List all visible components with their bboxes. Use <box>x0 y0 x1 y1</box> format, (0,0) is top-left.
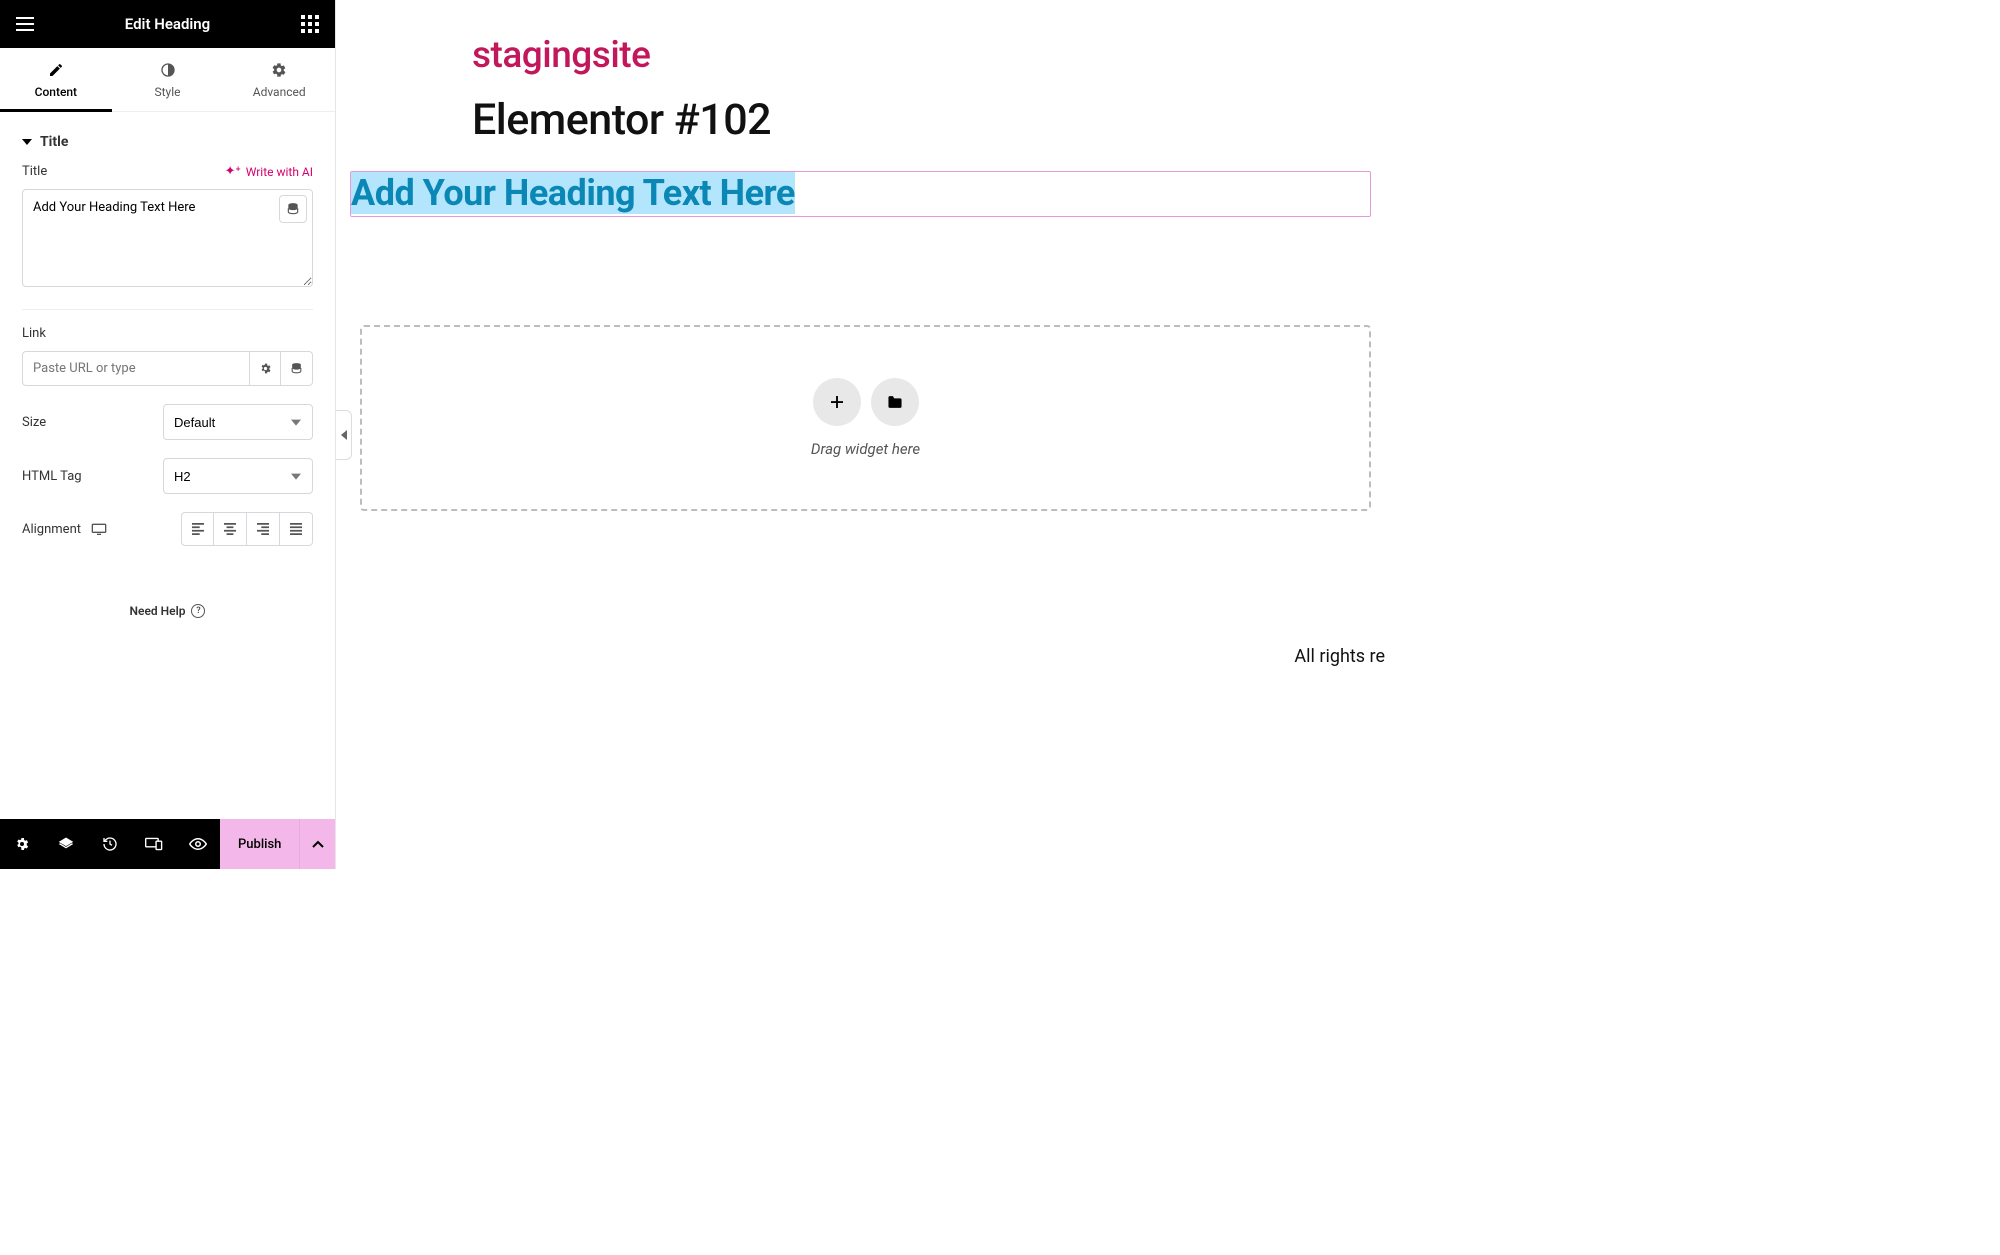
editor-panel: Edit Heading Content Style Advanced <box>0 0 336 869</box>
align-justify-button[interactable] <box>280 512 313 546</box>
tab-style[interactable]: Style <box>112 48 224 111</box>
control-size: Size Default <box>22 404 313 440</box>
htmltag-select[interactable]: H2 <box>163 458 313 494</box>
panel-title: Edit Heading <box>125 15 210 33</box>
tab-advanced[interactable]: Advanced <box>223 48 335 111</box>
align-center-icon <box>223 523 237 535</box>
layers-icon <box>57 836 75 852</box>
title-textarea[interactable] <box>22 189 313 287</box>
footer-navigator-button[interactable] <box>44 819 88 869</box>
plus-icon <box>828 393 846 411</box>
control-title: Title ✦⁺ Write with AI <box>22 164 313 291</box>
link-dynamic-button[interactable] <box>281 351 313 386</box>
link-label: Link <box>22 326 46 341</box>
size-select[interactable]: Default <box>163 404 313 440</box>
rights-text: All rights re <box>1294 646 1385 667</box>
align-right-button[interactable] <box>247 512 280 546</box>
chevron-up-icon <box>312 840 324 848</box>
pencil-icon <box>48 61 64 79</box>
title-label: Title <box>22 164 47 179</box>
caret-down-icon <box>22 139 32 145</box>
dynamic-tags-button[interactable] <box>279 195 307 223</box>
footer-settings-button[interactable] <box>0 819 44 869</box>
tab-content-label: Content <box>35 85 77 99</box>
template-library-button[interactable] <box>871 378 919 426</box>
alignment-toggle-group <box>181 512 313 546</box>
panel-footer: Publish <box>0 819 335 869</box>
section-title-header[interactable]: Title <box>22 126 313 164</box>
need-help-label: Need Help <box>130 604 186 618</box>
add-section-button[interactable] <box>813 378 861 426</box>
write-with-ai-label: Write with AI <box>246 165 313 179</box>
responsive-icon[interactable] <box>91 522 107 536</box>
preview-canvas: stagingsite Elementor #102 Add Your Head… <box>336 0 1385 869</box>
apps-icon[interactable] <box>299 13 321 35</box>
eye-icon <box>189 837 207 851</box>
gear-icon <box>259 362 272 375</box>
devices-icon <box>145 837 163 851</box>
heading-widget[interactable]: Add Your Heading Text Here <box>350 171 1371 217</box>
footer-history-button[interactable] <box>88 819 132 869</box>
align-justify-icon <box>289 523 303 535</box>
align-left-icon <box>191 523 205 535</box>
gear-icon <box>271 61 287 79</box>
database-icon <box>290 362 303 375</box>
panel-body: Title Title ✦⁺ Write with AI Link <box>0 112 335 819</box>
publish-label: Publish <box>238 837 281 852</box>
history-icon <box>102 836 118 852</box>
publish-options-button[interactable] <box>299 819 335 869</box>
dropzone-hint: Drag widget here <box>811 440 920 458</box>
control-alignment: Alignment <box>22 512 313 546</box>
footer-responsive-button[interactable] <box>132 819 176 869</box>
footer-preview-button[interactable] <box>176 819 220 869</box>
heading-text[interactable]: Add Your Heading Text Here <box>351 172 795 214</box>
panel-header: Edit Heading <box>0 0 335 48</box>
publish-button[interactable]: Publish <box>220 819 299 869</box>
panel-tabs: Content Style Advanced <box>0 48 335 112</box>
tab-content[interactable]: Content <box>0 48 112 111</box>
write-with-ai-link[interactable]: ✦⁺ Write with AI <box>225 164 313 179</box>
control-link: Link <box>22 326 313 386</box>
link-settings-button[interactable] <box>249 351 281 386</box>
control-htmltag: HTML Tag H2 <box>22 458 313 494</box>
contrast-icon <box>160 61 176 79</box>
tab-style-label: Style <box>155 85 181 99</box>
align-right-icon <box>256 523 270 535</box>
page-title: Elementor #102 <box>336 85 1385 171</box>
need-help-link[interactable]: Need Help ? <box>22 564 313 638</box>
sparkle-icon: ✦⁺ <box>225 164 241 179</box>
align-left-button[interactable] <box>181 512 214 546</box>
help-icon: ? <box>191 604 205 618</box>
align-center-button[interactable] <box>214 512 247 546</box>
alignment-label: Alignment <box>22 522 81 537</box>
dropzone[interactable]: Drag widget here <box>360 325 1371 511</box>
collapse-panel-handle[interactable] <box>336 410 352 460</box>
gear-icon <box>14 836 30 852</box>
folder-icon <box>886 394 904 410</box>
section-title-label: Title <box>40 134 68 150</box>
htmltag-label: HTML Tag <box>22 469 82 484</box>
divider <box>22 309 313 310</box>
site-name[interactable]: stagingsite <box>336 0 1385 85</box>
menu-icon[interactable] <box>14 13 36 35</box>
database-icon <box>286 202 300 216</box>
tab-advanced-label: Advanced <box>253 85 306 99</box>
size-label: Size <box>22 415 46 430</box>
link-input[interactable] <box>22 351 249 386</box>
